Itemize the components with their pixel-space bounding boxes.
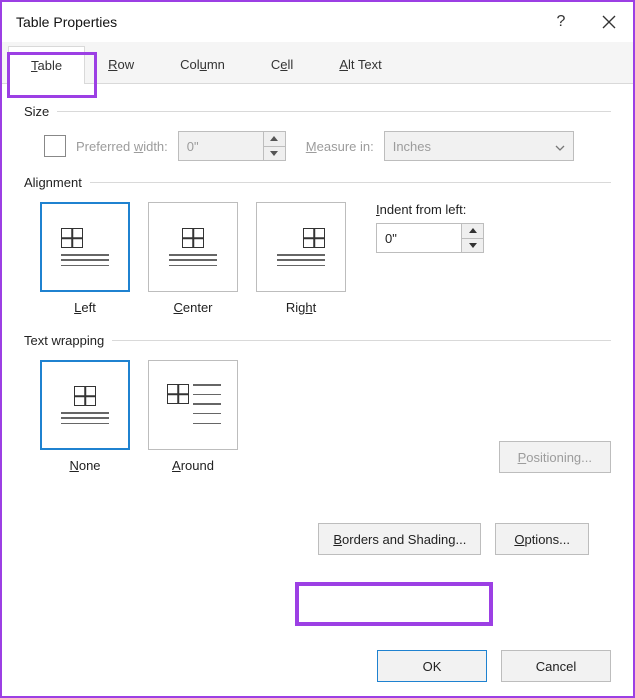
wrap-around-card[interactable]: [148, 360, 238, 450]
divider: [57, 111, 611, 112]
table-properties-dialog: Table Properties ? Table Row Column Cell…: [0, 0, 635, 698]
borders-shading-button[interactable]: Borders and Shading...: [318, 523, 481, 555]
preferred-width-spinner[interactable]: [178, 131, 286, 161]
tab-row[interactable]: Row: [85, 45, 157, 83]
divider: [90, 182, 611, 183]
chevron-up-icon: [469, 228, 477, 233]
close-icon: [602, 15, 616, 29]
indent-input[interactable]: [377, 224, 461, 252]
textwrap-row: None Around Positioning...: [24, 360, 611, 473]
align-left-card[interactable]: [40, 202, 130, 292]
chevron-up-icon: [270, 136, 278, 141]
group-alignment-label: Alignment: [24, 175, 90, 190]
wrap-none-icon: [55, 382, 115, 428]
bottom-buttons: Borders and Shading... Options...: [24, 513, 611, 555]
spinner-down-button[interactable]: [264, 146, 285, 161]
measure-in-select[interactable]: Inches: [384, 131, 574, 161]
group-size-header: Size: [24, 104, 611, 119]
align-left-icon: [55, 224, 115, 270]
align-left-label: Left: [74, 300, 96, 315]
spinner-up-button[interactable]: [264, 132, 285, 146]
wrap-around-label: Around: [172, 458, 214, 473]
align-center-icon: [163, 224, 223, 270]
chevron-down-icon: [555, 139, 565, 154]
align-center-label: Center: [173, 300, 212, 315]
measure-in-label: Measure in:: [306, 139, 374, 154]
indent-label: Indent from left:: [376, 202, 484, 217]
indent-spinner[interactable]: [376, 223, 484, 253]
measure-in-block: Measure in: Inches: [306, 131, 574, 161]
group-textwrap-header: Text wrapping: [24, 333, 611, 348]
group-alignment-header: Alignment: [24, 175, 611, 190]
align-right-card[interactable]: [256, 202, 346, 292]
group-size-label: Size: [24, 104, 57, 119]
footer-buttons: OK Cancel: [355, 636, 633, 682]
wrap-none-card[interactable]: [40, 360, 130, 450]
content-area: Size Preferred width: Measure in: Inches: [2, 84, 633, 563]
chevron-down-icon: [469, 243, 477, 248]
help-button[interactable]: ?: [537, 2, 585, 42]
preferred-width-checkbox[interactable]: [44, 135, 66, 157]
tab-table[interactable]: Table: [8, 46, 85, 84]
spinner-up-button[interactable]: [462, 224, 483, 238]
align-right-label: Right: [286, 300, 316, 315]
alignment-row: Left Center Right Indent from left:: [24, 202, 611, 315]
size-row: Preferred width: Measure in: Inches: [24, 131, 611, 161]
cancel-button[interactable]: Cancel: [501, 650, 611, 682]
group-textwrap-label: Text wrapping: [24, 333, 112, 348]
ok-button[interactable]: OK: [377, 650, 487, 682]
measure-in-value: Inches: [393, 139, 431, 154]
options-button[interactable]: Options...: [495, 523, 589, 555]
tab-cell[interactable]: Cell: [248, 45, 316, 83]
wrap-none-label: None: [69, 458, 100, 473]
positioning-button[interactable]: Positioning...: [499, 441, 611, 473]
preferred-width-input[interactable]: [179, 132, 263, 160]
indent-block: Indent from left:: [376, 202, 484, 253]
wrap-around-icon: [163, 382, 223, 428]
close-button[interactable]: [585, 2, 633, 42]
spinner-down-button[interactable]: [462, 238, 483, 253]
titlebar: Table Properties ?: [2, 2, 633, 42]
highlight-borders-button: [295, 582, 493, 626]
tab-column[interactable]: Column: [157, 45, 248, 83]
align-center-card[interactable]: [148, 202, 238, 292]
tab-bar: Table Row Column Cell Alt Text: [2, 42, 633, 84]
tab-alttext[interactable]: Alt Text: [316, 45, 404, 83]
align-right-icon: [271, 224, 331, 270]
preferred-width-label: Preferred width:: [76, 139, 168, 154]
chevron-down-icon: [270, 151, 278, 156]
dialog-title: Table Properties: [16, 14, 537, 30]
divider: [112, 340, 611, 341]
